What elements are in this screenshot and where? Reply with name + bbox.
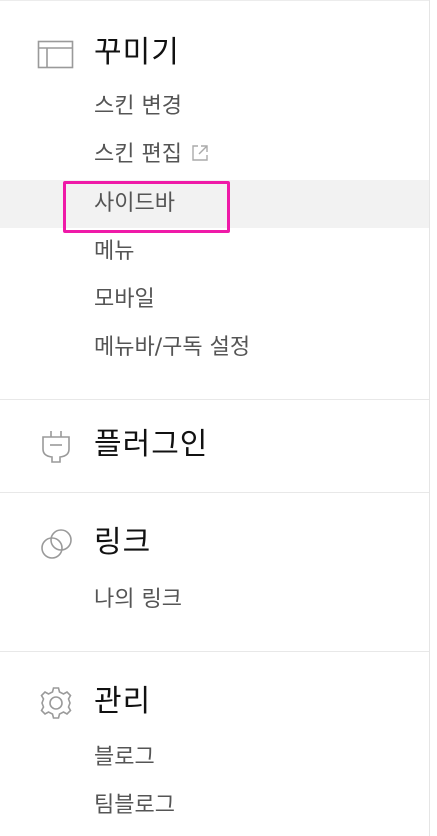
section-decorate-title: 꾸미기 <box>94 35 180 70</box>
menu-item-skin-edit[interactable]: 스킨 편집 <box>0 131 429 179</box>
section-divider <box>0 399 429 400</box>
menu-item-sidebar[interactable]: 사이드바 <box>0 180 429 228</box>
menu-item-mobile[interactable]: 모바일 <box>0 276 429 324</box>
menu-item-menu[interactable]: 메뉴 <box>0 228 429 276</box>
section-plugin-header[interactable]: 플러그인 <box>0 425 429 465</box>
menu-item-team-blog[interactable]: 팀블로그 <box>0 782 429 830</box>
external-link-icon <box>192 145 208 161</box>
section-manage-title: 관리 <box>94 684 152 719</box>
menu-item-label: 모바일 <box>94 287 155 312</box>
menu-item-label: 스킨 변경 <box>94 94 182 119</box>
link-icon <box>41 529 72 559</box>
menu-item-label: 나의 링크 <box>94 587 182 612</box>
menu-item-blog[interactable]: 블로그 <box>0 734 429 782</box>
section-manage-header[interactable]: 관리 <box>0 682 429 722</box>
menu-item-my-link[interactable]: 나의 링크 <box>0 576 429 624</box>
admin-sidebar: 꾸미기 스킨 변경 스킨 편집 사이드바 메뉴 모바일 메뉴바/구독 설정 플러… <box>0 0 430 836</box>
menu-item-label: 팀블로그 <box>94 793 175 818</box>
section-plugin-title: 플러그인 <box>94 427 209 462</box>
menu-item-menubar-subscribe[interactable]: 메뉴바/구독 설정 <box>0 324 429 372</box>
menu-item-skin-change[interactable]: 스킨 변경 <box>0 83 429 131</box>
section-divider <box>0 492 429 493</box>
menu-item-label: 블로그 <box>94 745 155 770</box>
plug-icon <box>42 431 70 463</box>
section-link-title: 링크 <box>94 525 152 560</box>
menu-item-label: 메뉴바/구독 설정 <box>94 335 251 360</box>
menu-item-label: 메뉴 <box>94 239 135 264</box>
section-divider <box>0 651 429 652</box>
menu-item-label: 스킨 편집 <box>94 131 210 179</box>
top-border <box>0 0 429 1</box>
layout-icon <box>37 40 74 69</box>
gear-icon <box>40 687 72 719</box>
menu-item-label-text: 스킨 편집 <box>94 142 182 167</box>
menu-item-label: 사이드바 <box>94 191 175 216</box>
section-link-header[interactable]: 링크 <box>0 523 429 563</box>
section-decorate-header[interactable]: 꾸미기 <box>0 33 429 73</box>
